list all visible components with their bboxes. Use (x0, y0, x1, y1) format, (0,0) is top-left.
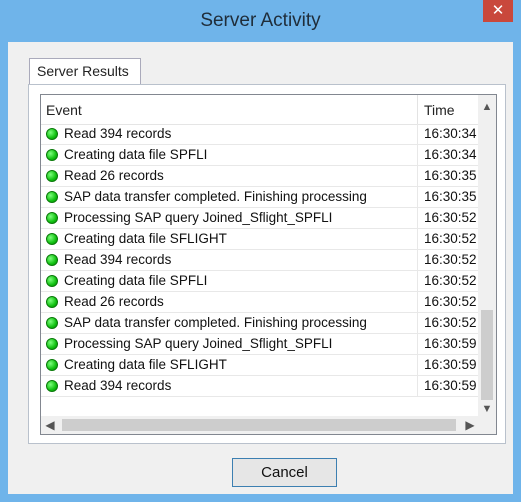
column-header-time[interactable]: Time (424, 102, 455, 118)
close-button[interactable]: ✕ (483, 0, 513, 22)
status-ok-icon (46, 317, 58, 329)
list-item[interactable]: Creating data file SFLIGHT 16:30:59 ... (41, 355, 480, 376)
list-item[interactable]: Processing SAP query Joined_Sflight_SPFL… (41, 208, 480, 229)
scroll-right-icon[interactable]: ▶ (461, 416, 479, 434)
cancel-button[interactable]: Cancel (232, 458, 337, 487)
time-text: 16:30:52 ... (424, 210, 480, 225)
time-text: 16:30:52 ... (424, 231, 480, 246)
status-ok-icon (46, 296, 58, 308)
time-text: 16:30:35 ... (424, 189, 480, 204)
vertical-scroll-thumb[interactable] (481, 310, 493, 400)
time-text: 16:30:52 ... (424, 294, 480, 309)
list-header: Event Time (41, 95, 479, 125)
time-text: 16:30:34 ... (424, 126, 480, 141)
status-ok-icon (46, 380, 58, 392)
cell-divider (417, 355, 418, 376)
cell-divider (417, 271, 418, 292)
time-text: 16:30:35 ... (424, 168, 480, 183)
event-text: SAP data transfer completed. Finishing p… (64, 189, 367, 204)
event-text: Read 26 records (64, 294, 164, 309)
scrollbar-corner (478, 416, 496, 434)
cell-divider (417, 313, 418, 334)
status-ok-icon (46, 233, 58, 245)
event-text: Creating data file SFLIGHT (64, 231, 227, 246)
status-ok-icon (46, 359, 58, 371)
cell-divider (417, 187, 418, 208)
status-ok-icon (46, 191, 58, 203)
event-text: Processing SAP query Joined_Sflight_SPFL… (64, 210, 333, 225)
event-text: SAP data transfer completed. Finishing p… (64, 315, 367, 330)
column-header-event[interactable]: Event (46, 102, 82, 118)
list-item[interactable]: Creating data file SPFLI 16:30:34 ... (41, 145, 480, 166)
list-rows: Read 394 records16:30:34 ...Creating dat… (41, 124, 480, 397)
list-item[interactable]: Read 394 records 16:30:52 ... (41, 250, 480, 271)
event-text: Creating data file SFLIGHT (64, 357, 227, 372)
status-ok-icon (46, 212, 58, 224)
time-text: 16:30:59 ... (424, 336, 480, 351)
time-text: 16:30:59 ... (424, 357, 480, 372)
cell-divider (417, 208, 418, 229)
cell-divider (417, 124, 418, 145)
window-title: Server Activity (200, 10, 321, 31)
status-ok-icon (46, 170, 58, 182)
tab-server-results[interactable]: Server Results (29, 58, 141, 85)
cell-divider (417, 229, 418, 250)
vertical-scrollbar[interactable]: ▲ ▼ (478, 95, 496, 418)
tab-panel: Event Time Read 394 records16:30:34 ...C… (28, 84, 506, 444)
list-item[interactable]: Creating data file SFLIGHT 16:30:52 ... (41, 229, 480, 250)
scroll-left-icon[interactable]: ◀ (41, 416, 59, 434)
list-item[interactable]: Read 394 records 16:30:59 ... (41, 376, 480, 397)
server-activity-window: Server Activity ✕ Server Results Event T… (0, 0, 521, 502)
event-text: Read 394 records (64, 378, 172, 393)
status-ok-icon (46, 254, 58, 266)
event-text: Creating data file SPFLI (64, 147, 208, 162)
event-text: Processing SAP query Joined_Sflight_SPFL… (64, 336, 333, 351)
cell-divider (417, 166, 418, 187)
cell-divider (417, 145, 418, 166)
event-text: Read 394 records (64, 252, 172, 267)
time-text: 16:30:52 ... (424, 273, 480, 288)
status-ok-icon (46, 128, 58, 140)
horizontal-scrollbar[interactable]: ◀ ▶ (41, 416, 479, 434)
title-bar[interactable]: Server Activity ✕ (0, 0, 521, 42)
scroll-up-icon[interactable]: ▲ (478, 98, 496, 116)
time-text: 16:30:52 ... (424, 252, 480, 267)
cell-divider (417, 334, 418, 355)
cell-divider (417, 292, 418, 313)
list-item[interactable]: SAP data transfer completed. Finishing p… (41, 313, 480, 334)
status-ok-icon (46, 275, 58, 287)
time-text: 16:30:59 ... (424, 378, 480, 393)
list-item[interactable]: Read 26 records 16:30:35 ... (41, 166, 480, 187)
event-text: Read 26 records (64, 168, 164, 183)
list-item[interactable]: Read 26 records 16:30:52 ... (41, 292, 480, 313)
status-ok-icon (46, 338, 58, 350)
time-text: 16:30:52 ... (424, 315, 480, 330)
horizontal-scroll-thumb[interactable] (62, 419, 456, 431)
cell-divider (417, 250, 418, 271)
event-text: Creating data file SPFLI (64, 273, 208, 288)
list-item[interactable]: SAP data transfer completed. Finishing p… (41, 187, 480, 208)
time-text: 16:30:34 ... (424, 147, 480, 162)
list-item[interactable]: Processing SAP query Joined_Sflight_SPFL… (41, 334, 480, 355)
list-item[interactable]: Read 394 records 16:30:34 ... (41, 124, 480, 145)
column-divider[interactable] (417, 95, 418, 124)
status-ok-icon (46, 149, 58, 161)
list-item[interactable]: Creating data file SPFLI 16:30:52 ... (41, 271, 480, 292)
event-text: Read 394 records (64, 126, 172, 141)
event-list[interactable]: Event Time Read 394 records16:30:34 ...C… (40, 94, 497, 435)
cell-divider (417, 376, 418, 397)
dialog-client-area: Server Results Event Time Read 394 recor… (8, 42, 513, 494)
